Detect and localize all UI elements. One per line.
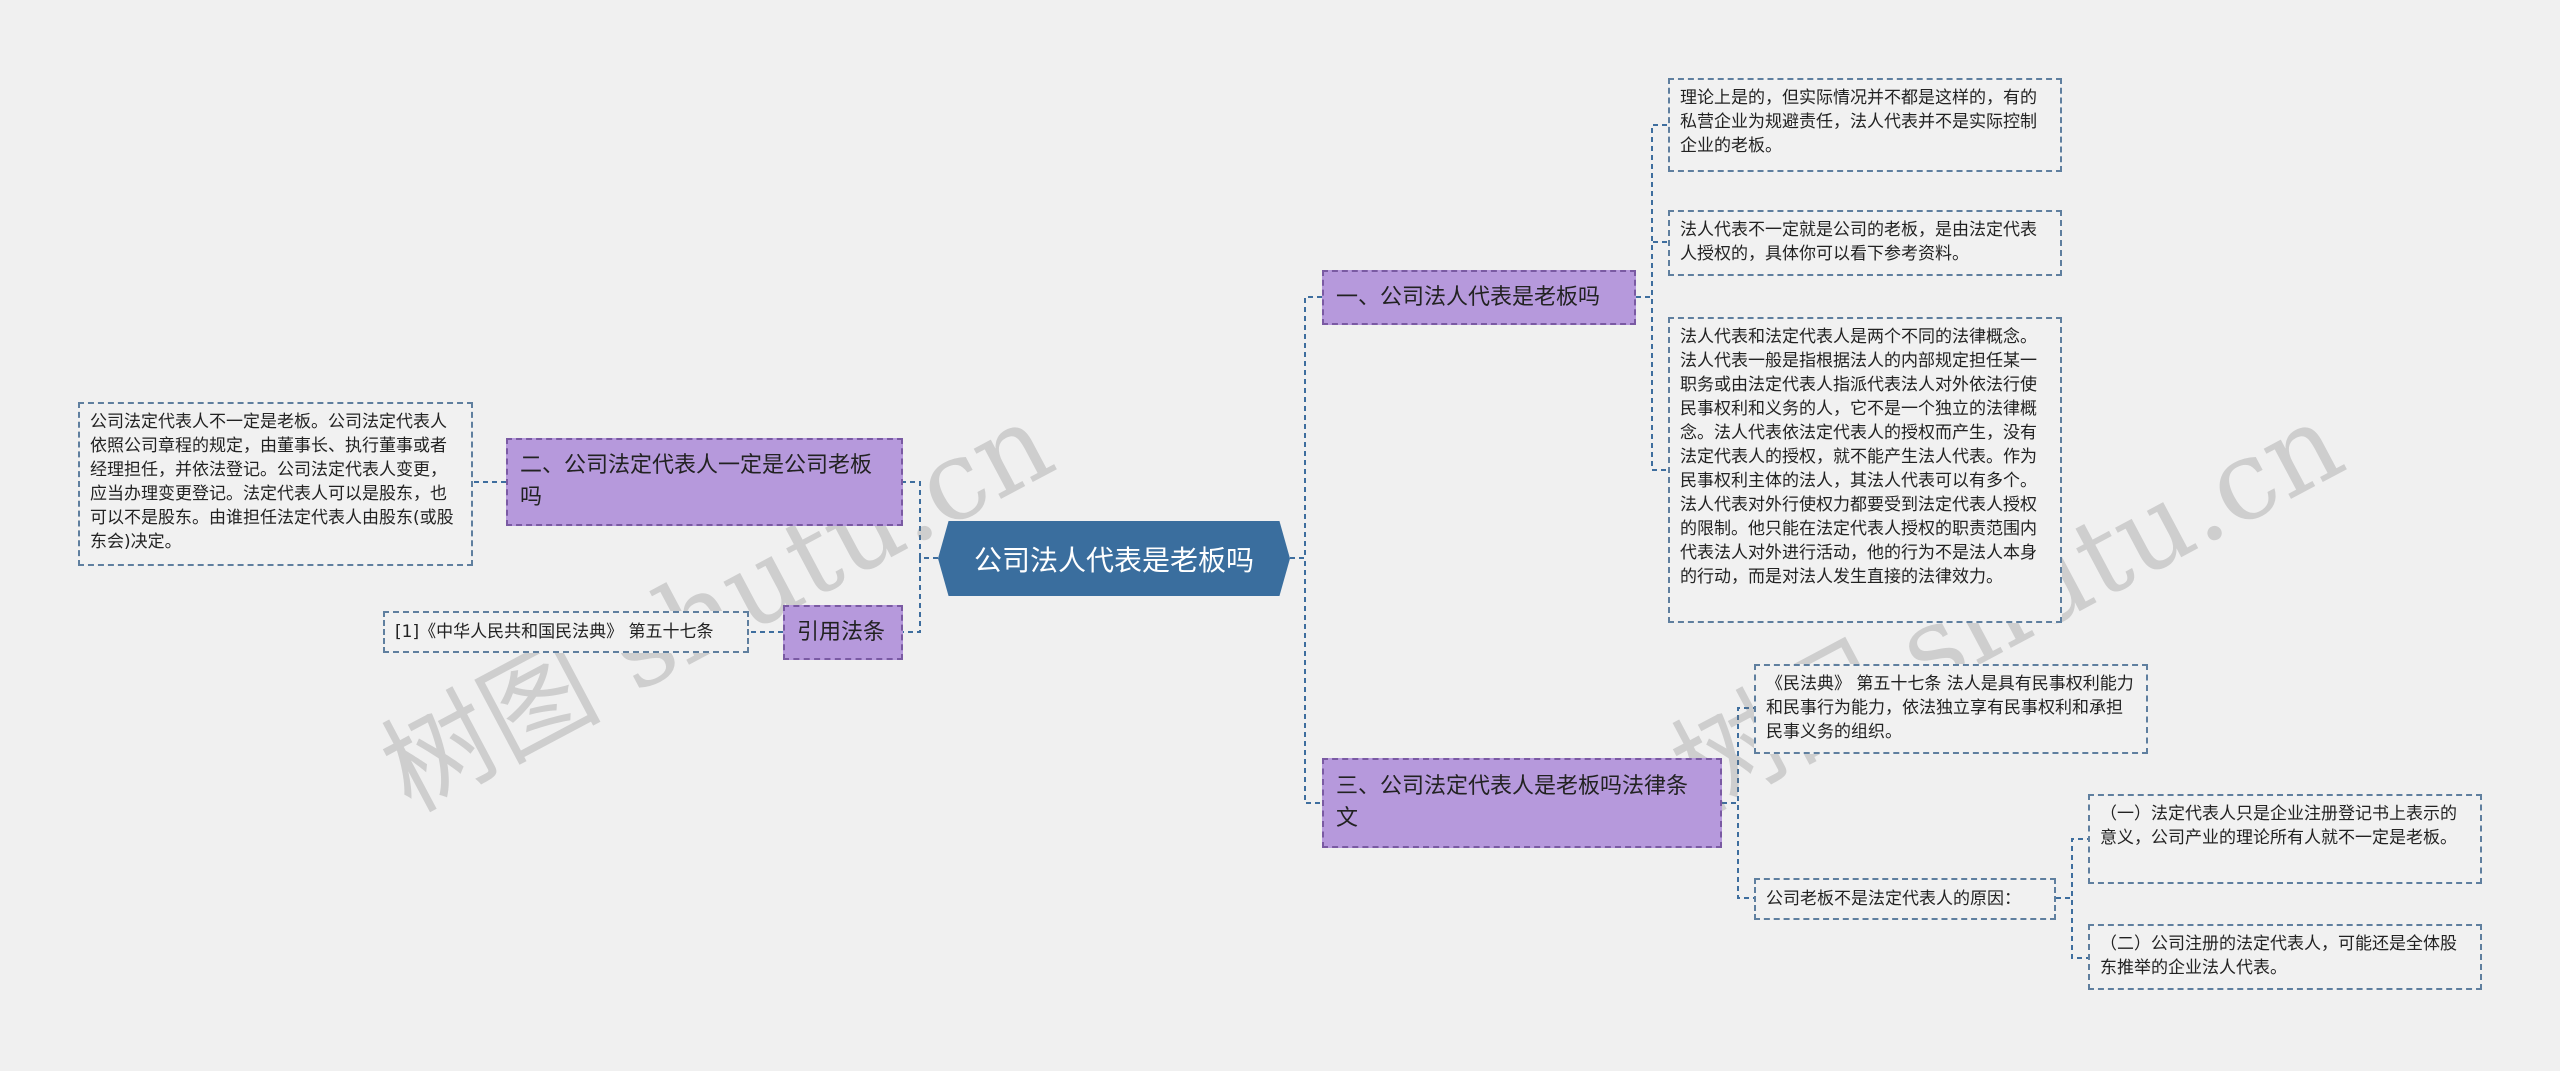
leaf-l2[interactable]: 法人代表不一定就是公司的老板，是由法定代表人授权的，具体你可以看下参考资料。	[1668, 210, 2062, 276]
leaf-l3[interactable]: 法人代表和法定代表人是两个不同的法律概念。法人代表一般是指根据法人的内部规定担任…	[1668, 317, 2062, 623]
connector-b3-l5	[1722, 707, 1754, 804]
leaf-l4[interactable]: 公司法定代表人不一定是老板。公司法定代表人依照公司章程的规定，由董事长、执行董事…	[78, 402, 473, 566]
connector-b1-l1	[1636, 124, 1668, 298]
leaf-l9-citation[interactable]: [1]《中华人民共和国民法典》 第五十七条	[383, 611, 749, 653]
connector-root-b4	[903, 557, 938, 633]
connector-root-b2	[903, 481, 938, 559]
branch-topic-1[interactable]: 一、公司法人代表是老板吗	[1322, 270, 1636, 325]
leaf-l1[interactable]: 理论上是的，但实际情况并不都是这样的，有的私营企业为规避责任，法人代表并不是实际…	[1668, 78, 2062, 172]
connector-root-b3	[1290, 557, 1322, 804]
branch-topic-3[interactable]: 三、公司法定代表人是老板吗法律条文	[1322, 758, 1722, 848]
connector-root-b1	[1290, 296, 1322, 559]
branch-topic-2[interactable]: 二、公司法定代表人一定是公司老板吗	[506, 438, 903, 526]
connector-l6-l8	[2056, 897, 2088, 959]
leaf-l6[interactable]: 公司老板不是法定代表人的原因：	[1754, 878, 2056, 920]
connector-b1-l3	[1636, 296, 1668, 471]
connector-l6-l7	[2056, 838, 2088, 899]
connector-b3-l6	[1722, 802, 1754, 899]
branch-topic-citation[interactable]: 引用法条	[783, 605, 903, 660]
leaf-l8[interactable]: （二）公司注册的法定代表人，可能还是全体股东推举的企业法人代表。	[2088, 924, 2482, 990]
root-topic[interactable]: 公司法人代表是老板吗	[938, 521, 1290, 596]
connector-b1-l2	[1636, 241, 1668, 298]
leaf-l7[interactable]: （一）法定代表人只是企业注册登记书上表示的意义，公司产业的理论所有人就不一定是老…	[2088, 794, 2482, 884]
mindmap-canvas: 树图 shutu.cn 树图 shutu.cn 公司法人代表是老板吗 一、公司法…	[0, 0, 2560, 1071]
leaf-l5[interactable]: 《民法典》 第五十七条 法人是具有民事权利能力和民事行为能力，依法独立享有民事权…	[1754, 664, 2148, 754]
